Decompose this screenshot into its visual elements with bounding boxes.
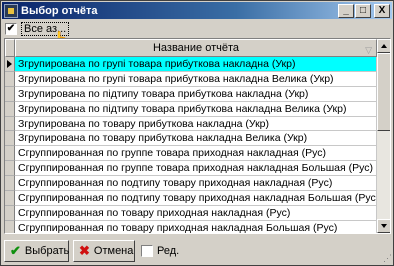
- filter-row: ✔ Все аз... 👆: [5, 22, 71, 49]
- arrow-down-icon: [381, 224, 387, 228]
- table-row[interactable]: Сгруппированная по товару приходная накл…: [5, 220, 377, 233]
- grid-rows: Згрупирована по групі товара прибуткова …: [5, 57, 377, 233]
- app-icon: [4, 3, 18, 18]
- table-row[interactable]: Сгруппированная по подтипу товару приход…: [5, 191, 377, 206]
- report-name-cell[interactable]: Згрупирована по товару прибуткова наклад…: [15, 116, 377, 132]
- report-name-cell[interactable]: Згрупирована по групі товара прибуткова …: [15, 71, 377, 87]
- scroll-up-button[interactable]: [377, 39, 390, 53]
- row-indicator[interactable]: [5, 131, 15, 147]
- select-button[interactable]: ✔ Выбрать: [4, 239, 70, 262]
- vertical-scrollbar[interactable]: [377, 39, 390, 233]
- report-grid: Название отчёта ▽ Згрупирована по групі …: [4, 38, 391, 234]
- minimize-button[interactable]: _: [338, 3, 354, 18]
- row-indicator[interactable]: [5, 161, 15, 177]
- table-row[interactable]: Згрупирована по групі товара прибуткова …: [5, 57, 377, 72]
- cancel-button[interactable]: ✖ Отмена: [73, 239, 135, 262]
- table-row[interactable]: Згрупирована по товару прибуткова наклад…: [5, 131, 377, 147]
- table-row[interactable]: Згрупирована по підтипу товара прибутков…: [5, 101, 377, 117]
- table-row[interactable]: Згрупирована по товару прибуткова наклад…: [5, 116, 377, 132]
- report-name-cell[interactable]: Згрупирована по підтипу товара прибутков…: [15, 101, 377, 117]
- cross-icon: ✖: [79, 242, 90, 258]
- header-indicator-cell: [5, 39, 15, 57]
- maximize-button[interactable]: □: [355, 3, 371, 18]
- row-indicator[interactable]: [5, 116, 15, 132]
- edit-checkbox[interactable]: [141, 244, 153, 257]
- table-row[interactable]: Згрупирована по групі товара прибуткова …: [5, 71, 377, 87]
- button-bar: ✔ Выбрать ✖ Отмена Ред.: [4, 237, 390, 264]
- edit-toggle[interactable]: Ред.: [141, 244, 180, 257]
- row-indicator[interactable]: [5, 146, 15, 162]
- table-row[interactable]: Сгруппированная по подтипу товару приход…: [5, 176, 377, 192]
- column-header-report-name[interactable]: Название отчёта ▽: [15, 39, 377, 57]
- select-button-label: Выбрать: [24, 244, 70, 257]
- table-row[interactable]: Сгруппированная по товару приходная накл…: [5, 205, 377, 221]
- row-indicator[interactable]: [5, 191, 15, 206]
- report-name-cell[interactable]: Згрупирована по підтипу товара прибутков…: [15, 86, 377, 102]
- report-name-cell[interactable]: Сгруппированная по группе товара приходн…: [15, 146, 377, 162]
- grid-header: Название отчёта ▽: [5, 39, 377, 57]
- report-name-cell[interactable]: Сгруппированная по подтипу товару приход…: [15, 191, 377, 206]
- edit-checkbox-label: Ред.: [157, 244, 180, 257]
- arrow-up-icon: [381, 44, 387, 48]
- scroll-thumb[interactable]: [377, 53, 390, 131]
- report-name-cell[interactable]: Сгруппированная по группе товара приходн…: [15, 161, 377, 177]
- scroll-down-button[interactable]: [377, 219, 390, 233]
- sort-icon: ▽: [365, 45, 372, 55]
- report-name-cell[interactable]: Сгруппированная по товару приходная накл…: [15, 220, 377, 233]
- column-header-label: Название отчёта: [152, 42, 239, 54]
- row-indicator[interactable]: [5, 176, 15, 192]
- cancel-button-label: Отмена: [93, 244, 134, 257]
- check-icon: ✔: [10, 242, 21, 258]
- report-selection-window: Выбор отчёта _ □ X ✔ Все аз... 👆 Названи…: [0, 0, 394, 266]
- current-row-pointer-icon: [7, 60, 12, 68]
- title-bar[interactable]: Выбор отчёта _ □ X: [2, 2, 392, 19]
- table-row[interactable]: Сгруппированная по группе товара приходн…: [5, 146, 377, 162]
- report-name-cell[interactable]: Згрупирована по групі товара прибуткова …: [15, 57, 377, 72]
- row-indicator[interactable]: [5, 71, 15, 87]
- window-title: Выбор отчёта: [21, 4, 98, 17]
- report-name-cell[interactable]: Сгруппированная по подтипу товару приход…: [15, 176, 377, 192]
- resize-grip-icon[interactable]: ⋰: [380, 252, 392, 264]
- report-name-cell[interactable]: Сгруппированная по товару приходная накл…: [15, 205, 377, 221]
- row-indicator[interactable]: [5, 205, 15, 221]
- row-indicator[interactable]: [5, 220, 15, 233]
- close-button[interactable]: X: [374, 3, 390, 18]
- row-indicator[interactable]: [5, 101, 15, 117]
- all-checkbox[interactable]: ✔: [5, 23, 17, 35]
- row-indicator[interactable]: [5, 57, 15, 72]
- table-row[interactable]: Сгруппированная по группе товара приходн…: [5, 161, 377, 177]
- report-name-cell[interactable]: Згрупирована по товару прибуткова наклад…: [15, 131, 377, 147]
- row-indicator[interactable]: [5, 86, 15, 102]
- table-row[interactable]: Згрупирована по підтипу товара прибутков…: [5, 86, 377, 102]
